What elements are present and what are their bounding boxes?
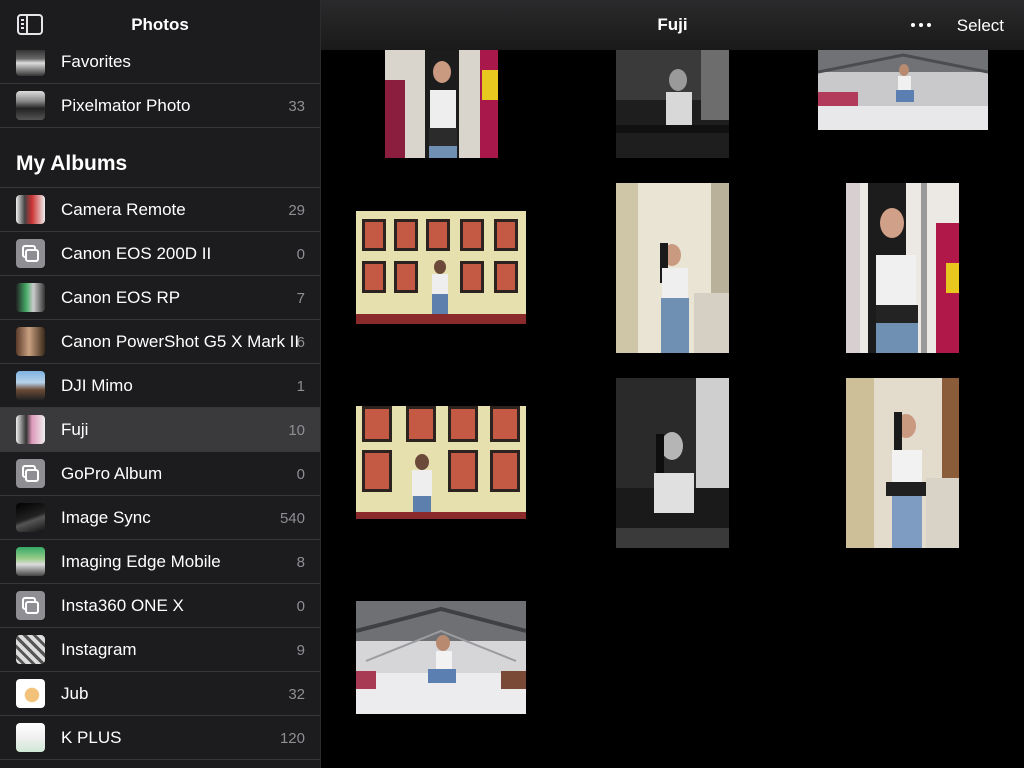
sidebar-item-count: 0 xyxy=(296,597,305,615)
sidebar-title: Photos xyxy=(131,15,189,34)
section-title: My Albums xyxy=(16,152,128,175)
photo-thumbnail[interactable] xyxy=(356,211,526,324)
photo-thumbnail[interactable] xyxy=(385,50,498,158)
sidebar-item-insta360-one-x[interactable]: Insta360 ONE X 0 xyxy=(0,584,320,628)
sidebar-item-dji-mimo[interactable]: DJI Mimo 1 xyxy=(0,364,320,408)
instagram-thumbnail xyxy=(16,635,45,664)
sidebar-header: Photos xyxy=(0,0,320,50)
sidebar-item-count: 33 xyxy=(288,97,305,115)
photo-thumbnail[interactable] xyxy=(616,183,729,353)
sidebar-item-count: 120 xyxy=(279,729,305,747)
sidebar-item-canon-powershot[interactable]: Canon PowerShot G5 X Mark II 6 xyxy=(0,320,320,364)
sidebar-item-label: Camera Remote xyxy=(61,200,186,219)
album-placeholder-icon xyxy=(16,239,45,268)
photo-thumbnail[interactable] xyxy=(616,50,729,158)
pixelmator-thumbnail xyxy=(16,91,45,120)
sidebar-item-label: Imaging Edge Mobile xyxy=(61,552,221,571)
album-placeholder-icon xyxy=(16,459,45,488)
sidebar-item-count: 540 xyxy=(279,509,305,527)
sidebar: Photos Favorites Pixelmator Photo 33 My … xyxy=(0,0,321,768)
k-plus-thumbnail xyxy=(16,723,45,752)
sidebar-item-fuji[interactable]: Fuji 10 xyxy=(0,408,320,452)
sidebar-item-label: Insta360 ONE X xyxy=(61,596,184,615)
sidebar-item-count: 6 xyxy=(296,333,305,351)
sidebar-item-label: Fuji xyxy=(61,420,89,439)
sidebar-item-label: GoPro Album xyxy=(61,464,163,483)
sidebar-item-label: Pixelmator Photo xyxy=(61,96,191,115)
sidebar-item-instagram[interactable]: Instagram 9 xyxy=(0,628,320,672)
sidebar-item-canon-eos-200d-ii[interactable]: Canon EOS 200D II 0 xyxy=(0,232,320,276)
ellipsis-icon[interactable] xyxy=(911,15,935,35)
sidebar-item-imaging-edge-mobile[interactable]: Imaging Edge Mobile 8 xyxy=(0,540,320,584)
photo-thumbnail[interactable] xyxy=(818,50,988,130)
sidebar-item-label: Canon PowerShot G5 X Mark II xyxy=(61,332,300,351)
photo-grid-area: Fuji Select xyxy=(321,0,1024,768)
sidebar-item-k-plus[interactable]: K PLUS 120 xyxy=(0,716,320,760)
sidebar-item-canon-eos-rp[interactable]: Canon EOS RP 7 xyxy=(0,276,320,320)
sidebar-item-camera-remote[interactable]: Camera Remote 29 xyxy=(0,188,320,232)
dji-mimo-thumbnail xyxy=(16,371,45,400)
sidebar-item-label: Image Sync xyxy=(61,508,151,527)
sidebar-item-pixelmator-photo[interactable]: Pixelmator Photo 33 xyxy=(0,84,320,128)
favorites-thumbnail xyxy=(16,47,45,76)
jub-thumbnail xyxy=(16,679,45,708)
sidebar-item-label: Canon EOS 200D II xyxy=(61,244,212,263)
sidebar-list: Favorites Pixelmator Photo 33 My Albums … xyxy=(0,40,320,760)
sidebar-item-label: DJI Mimo xyxy=(61,376,133,395)
sidebar-item-label: K PLUS xyxy=(61,728,122,747)
camera-remote-thumbnail xyxy=(16,195,45,224)
sidebar-item-label: Jub xyxy=(61,684,89,703)
sidebar-item-label: Canon EOS RP xyxy=(61,288,181,307)
select-button[interactable]: Select xyxy=(957,16,1004,36)
imaging-edge-thumbnail xyxy=(16,547,45,576)
photo-thumbnail[interactable] xyxy=(846,183,959,353)
sidebar-item-count: 9 xyxy=(296,641,305,659)
canon-eos-rp-thumbnail xyxy=(16,283,45,312)
sidebar-item-count: 10 xyxy=(288,421,305,439)
sidebar-item-label: Instagram xyxy=(61,640,137,659)
sidebar-toggle-icon[interactable] xyxy=(17,14,43,35)
photo-thumbnail[interactable] xyxy=(356,601,526,714)
sidebar-item-count: 8 xyxy=(296,553,305,571)
canon-powershot-thumbnail xyxy=(16,327,45,356)
sidebar-item-count: 0 xyxy=(296,245,305,263)
photo-thumbnail[interactable] xyxy=(616,378,729,548)
album-placeholder-icon xyxy=(16,591,45,620)
my-albums-section: My Albums xyxy=(0,128,320,188)
fuji-thumbnail xyxy=(16,415,45,444)
photo-thumbnail[interactable] xyxy=(356,406,526,519)
sidebar-item-count: 29 xyxy=(288,201,305,219)
photo-thumbnail[interactable] xyxy=(846,378,959,548)
sidebar-item-count: 1 xyxy=(296,377,305,395)
sidebar-item-count: 32 xyxy=(288,685,305,703)
sidebar-item-gopro-album[interactable]: GoPro Album 0 xyxy=(0,452,320,496)
sidebar-item-jub[interactable]: Jub 32 xyxy=(0,672,320,716)
image-sync-thumbnail xyxy=(16,503,45,532)
sidebar-item-count: 7 xyxy=(296,289,305,307)
sidebar-item-image-sync[interactable]: Image Sync 540 xyxy=(0,496,320,540)
top-bar: Fuji Select xyxy=(321,0,1024,50)
sidebar-item-label: Favorites xyxy=(61,52,131,71)
sidebar-item-count: 0 xyxy=(296,465,305,483)
